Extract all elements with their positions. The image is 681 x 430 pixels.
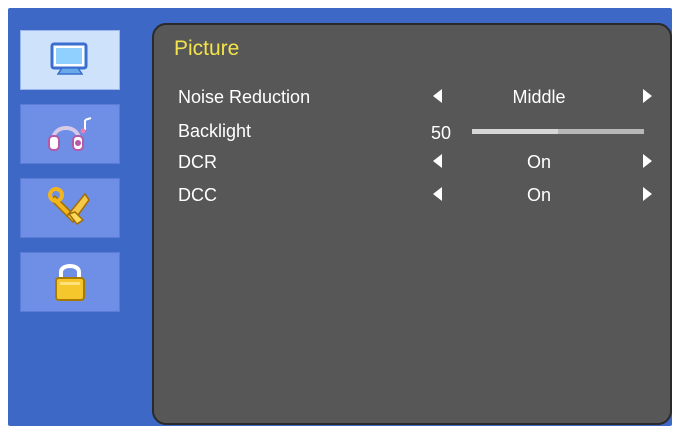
- tab-settings[interactable]: [20, 178, 120, 238]
- right-arrow-icon[interactable]: [643, 154, 652, 168]
- lock-icon: [55, 264, 85, 301]
- setting-label: DCR: [178, 152, 217, 172]
- tab-picture[interactable]: [20, 30, 120, 90]
- setting-noise-reduction[interactable]: Noise Reduction Middle: [154, 87, 670, 117]
- setting-label: Backlight: [178, 121, 252, 141]
- right-arrow-icon[interactable]: [643, 187, 652, 201]
- left-arrow-icon[interactable]: [433, 89, 442, 103]
- left-arrow-icon[interactable]: [433, 154, 442, 168]
- monitor-icon: [50, 42, 88, 75]
- headphones-icon: [48, 117, 92, 151]
- tab-audio[interactable]: [20, 104, 120, 164]
- setting-dcr[interactable]: DCR On: [154, 152, 670, 182]
- setting-dcc[interactable]: DCC On: [154, 185, 670, 215]
- left-arrow-icon[interactable]: [433, 187, 442, 201]
- tab-lock[interactable]: [20, 252, 120, 312]
- panel-title: Picture: [174, 37, 240, 60]
- setting-value: On: [526, 185, 551, 205]
- backlight-slider[interactable]: [472, 129, 644, 134]
- backlight-slider-fill: [472, 129, 558, 134]
- setting-label: DCC: [178, 185, 217, 205]
- setting-value: 50: [431, 123, 452, 143]
- right-arrow-icon[interactable]: [643, 89, 652, 103]
- setting-value: On: [526, 152, 551, 172]
- osd-frame: Picture Noise Reduction Middle Backlight…: [8, 8, 672, 426]
- picture-panel: Picture Noise Reduction Middle Backlight…: [152, 23, 672, 425]
- setting-backlight[interactable]: Backlight 50: [154, 121, 670, 151]
- tools-icon: [48, 187, 90, 226]
- setting-label: Noise Reduction: [178, 87, 311, 107]
- setting-value: Middle: [512, 87, 566, 107]
